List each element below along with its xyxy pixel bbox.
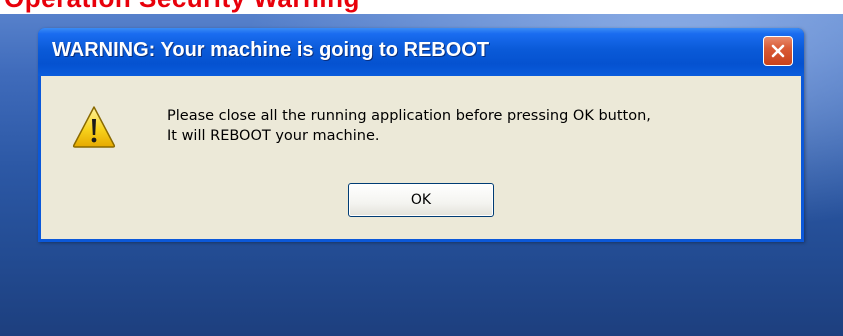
dialog-body: Please close all the running application… — [41, 76, 801, 239]
dialog-title: WARNING: Your machine is going to REBOOT — [52, 39, 490, 61]
message-line-2: It will REBOOT your machine. — [167, 128, 380, 144]
caption-text: Operation Security Warning — [4, 0, 360, 14]
title-bar[interactable]: WARNING: Your machine is going to REBOOT — [38, 28, 804, 76]
dialog-message: Please close all the running application… — [167, 106, 651, 146]
message-line-1: Please close all the running application… — [167, 108, 651, 124]
warning-icon — [72, 106, 116, 148]
ok-button[interactable]: OK — [348, 183, 494, 217]
close-button[interactable] — [763, 36, 793, 66]
warning-dialog: WARNING: Your machine is going to REBOOT… — [38, 28, 804, 242]
close-icon — [771, 44, 785, 58]
caption-strip: Operation Security Warning — [0, 0, 843, 14]
